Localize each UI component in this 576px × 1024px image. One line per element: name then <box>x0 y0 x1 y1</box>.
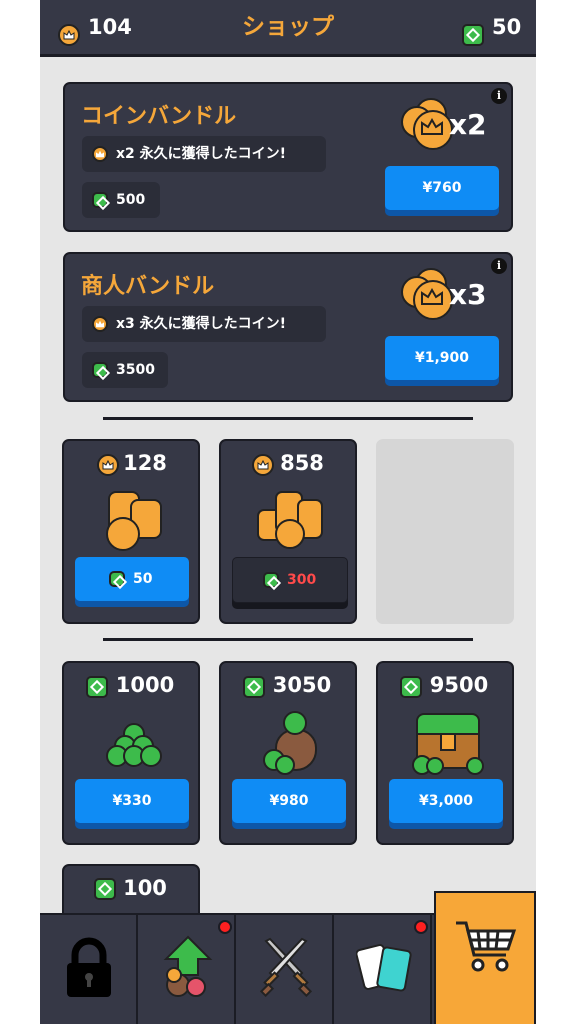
gem-balance: 50 <box>492 15 522 39</box>
pack-amount: 3050 <box>272 673 332 697</box>
multiplier-label: x3 <box>449 278 487 311</box>
gem-icon <box>109 571 125 587</box>
section-divider <box>103 417 473 420</box>
multiplier-label: x2 <box>449 108 487 141</box>
perk-text: x3 永久に獲得したコイン! <box>116 316 287 332</box>
gem-icon <box>462 24 484 46</box>
perk-text: x2 永久に獲得したコイン! <box>116 146 287 162</box>
coin-pile-icon <box>104 487 164 551</box>
info-icon[interactable]: i <box>491 258 507 274</box>
coin-stack-icon <box>401 266 455 322</box>
notification-badge <box>218 920 232 934</box>
gem-pack-card[interactable]: 9500 ¥3,000 <box>376 661 514 845</box>
coin-pile-icon <box>257 489 323 549</box>
buy-button[interactable]: 50 <box>75 557 189 601</box>
gem-icon <box>92 192 108 208</box>
cards-icon <box>356 944 412 992</box>
buy-button[interactable]: ¥1,900 <box>385 336 499 380</box>
pack-amount: 100 <box>123 876 167 900</box>
gem-pile-icon <box>106 721 162 767</box>
shop-screen: 104 ショップ 50 コインバンドル i x2 永久に獲得したコイン! 500… <box>40 0 536 1024</box>
lock-icon <box>67 937 111 997</box>
bundle-perk: x3 永久に獲得したコイン! <box>82 306 326 342</box>
coin-stack-icon <box>401 96 455 152</box>
coin-icon <box>92 316 108 332</box>
buy-button[interactable]: ¥330 <box>75 779 189 823</box>
info-icon[interactable]: i <box>491 88 507 104</box>
shopping-cart-icon <box>456 921 517 972</box>
gem-icon <box>92 362 108 378</box>
gem-pack-card[interactable]: 3050 ¥980 <box>219 661 357 845</box>
gem-icon <box>263 572 279 588</box>
bottom-nav <box>40 891 536 1024</box>
battle-tab[interactable] <box>236 915 334 1024</box>
coin-pack-card[interactable]: 858 300 <box>219 439 357 624</box>
pack-amount: 1000 <box>115 673 175 697</box>
coin-bundle-card[interactable]: コインバンドル i x2 永久に獲得したコイン! 500 ¥760 x2 <box>63 82 513 232</box>
crossed-swords-icon <box>259 937 313 997</box>
gem-bag-icon <box>261 711 321 775</box>
buy-button[interactable]: ¥980 <box>232 779 346 823</box>
gem-cost: 500 <box>116 192 146 208</box>
shop-tab[interactable] <box>434 891 536 1024</box>
bundle-perk: x2 永久に獲得したコイン! <box>82 136 326 172</box>
upgrade-tab[interactable] <box>138 915 236 1024</box>
buy-button[interactable]: ¥3,000 <box>389 779 503 823</box>
pack-amount: 128 <box>123 451 167 475</box>
gem-cost: 3500 <box>116 362 155 378</box>
bundle-title: コインバンドル <box>81 104 237 129</box>
treasure-chest-icon <box>412 711 484 775</box>
gem-cost-pill: 500 <box>82 182 160 218</box>
cards-tab[interactable] <box>334 915 432 1024</box>
buy-button[interactable]: ¥760 <box>385 166 499 210</box>
coin-pack-card[interactable]: 128 50 <box>62 439 200 624</box>
section-divider <box>103 638 473 641</box>
upgrade-arrow-icon <box>163 935 213 997</box>
top-bar: 104 ショップ 50 <box>40 0 536 57</box>
empty-slot <box>376 439 514 624</box>
gem-pack-card[interactable]: 1000 ¥330 <box>62 661 200 845</box>
buy-button-disabled[interactable]: 300 <box>232 557 348 603</box>
pack-amount: 9500 <box>429 673 489 697</box>
merchant-bundle-card[interactable]: 商人バンドル i x3 永久に獲得したコイン! 3500 ¥1,900 x3 <box>63 252 513 402</box>
coin-icon <box>92 146 108 162</box>
notification-badge <box>414 920 428 934</box>
pack-amount: 858 <box>280 451 324 475</box>
bundle-title: 商人バンドル <box>81 274 215 299</box>
lock-tab[interactable] <box>40 915 138 1024</box>
gem-cost-pill: 3500 <box>82 352 168 388</box>
